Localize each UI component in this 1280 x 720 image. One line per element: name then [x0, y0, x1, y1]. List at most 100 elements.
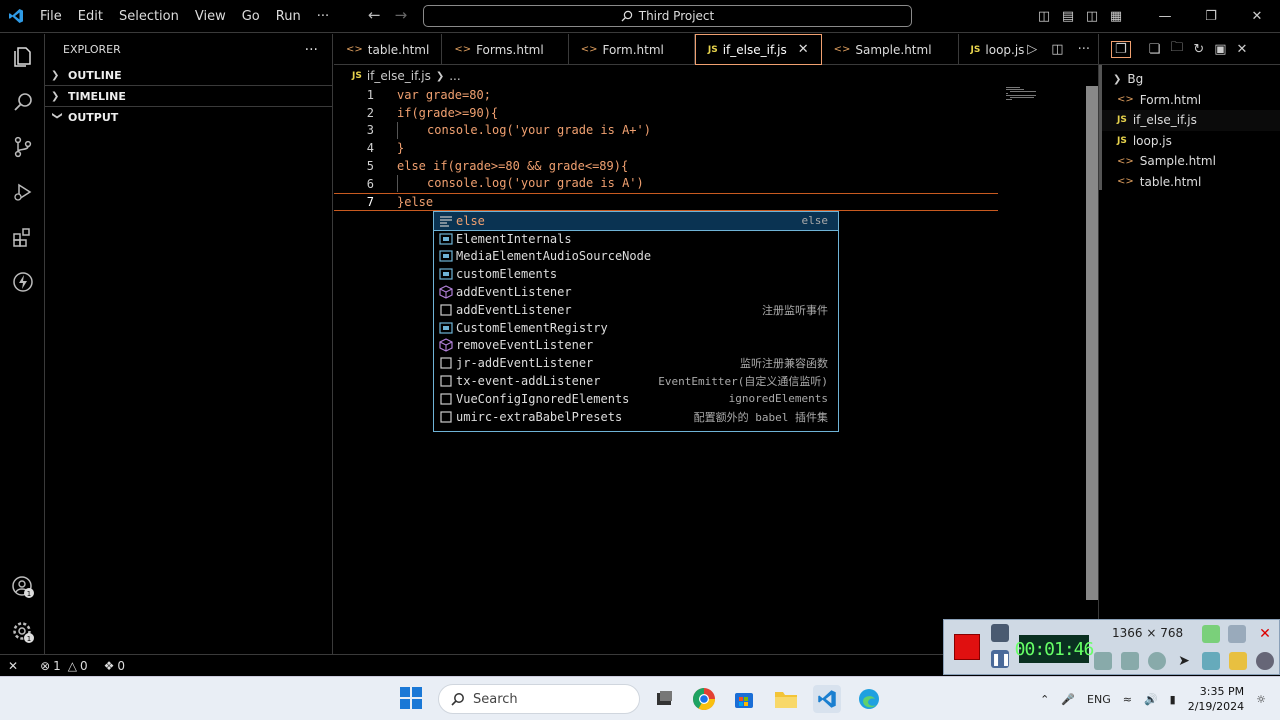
list-item[interactable]: JS loop.js — [1099, 131, 1280, 152]
suggestion-item[interactable]: ElementInternals — [434, 230, 838, 248]
list-item[interactable]: <> table.html — [1099, 172, 1280, 193]
suggestion-item[interactable]: umirc-extraBabelPresets 配置额外的 babel 插件集 — [434, 408, 838, 426]
breadcrumb-symbol[interactable]: ... — [449, 69, 460, 83]
forward-arrow-icon[interactable]: → — [395, 6, 408, 24]
webcam-toggle-icon[interactable] — [1148, 652, 1166, 670]
remote-indicator[interactable]: ✕ — [0, 659, 26, 673]
task-view-icon[interactable] — [650, 685, 678, 713]
run-debug-icon[interactable] — [0, 169, 45, 214]
accounts-icon[interactable]: 1 — [0, 564, 45, 609]
battery-icon[interactable]: ▮ — [1170, 693, 1176, 706]
suggestion-item[interactable]: customElements — [434, 265, 838, 283]
cursor-icon[interactable]: ➤ — [1175, 652, 1193, 670]
microphone-icon[interactable]: 🎤 — [1061, 693, 1075, 706]
close-icon[interactable]: ✕ — [1237, 42, 1248, 57]
notification-icon[interactable]: ☼ — [1256, 693, 1266, 706]
customize-layout-icon[interactable]: ▦ — [1104, 9, 1128, 24]
minimize-button[interactable]: — — [1142, 9, 1188, 24]
list-item[interactable]: JS if_else_if.js — [1099, 110, 1280, 131]
extensions-icon[interactable] — [0, 214, 45, 259]
tab-if-else-if-js[interactable]: JS if_else_if.js ✕ — [694, 34, 822, 65]
suggestion-item[interactable]: addEventListener 注册监听事件 — [434, 301, 838, 319]
list-item[interactable]: <> Sample.html — [1099, 151, 1280, 172]
folder-icon[interactable] — [1229, 652, 1247, 670]
suggestion-item[interactable]: MediaElementAudioSourceNode — [434, 248, 838, 266]
volume-icon[interactable]: 🔊 — [1144, 693, 1158, 706]
lightning-extension-icon[interactable] — [0, 259, 45, 304]
command-center-search[interactable]: Third Project — [423, 5, 912, 27]
menu-run[interactable]: Run — [268, 0, 309, 33]
windows-start-icon[interactable] — [400, 687, 422, 709]
taskbar-search[interactable]: Search — [438, 684, 640, 714]
wifi-icon[interactable]: ≈ — [1123, 693, 1132, 706]
outline-section[interactable]: ❯ OUTLINE — [45, 65, 332, 86]
clock[interactable]: 3:35 PM 2/19/2024 — [1188, 684, 1244, 714]
suggestion-item[interactable]: removeEventListener — [434, 337, 838, 355]
microphone-icon[interactable] — [1121, 652, 1139, 670]
toggle-secondary-sidebar-icon[interactable]: ◫ — [1080, 9, 1104, 24]
new-folder-icon[interactable]: 🗀 — [1170, 38, 1183, 60]
maximize-button[interactable]: ❐ — [1188, 9, 1234, 24]
output-section[interactable]: ❯ OUTPUT — [45, 107, 332, 128]
speaker-icon[interactable] — [1094, 652, 1112, 670]
minimize-icon[interactable] — [1228, 625, 1246, 643]
minimap[interactable] — [1006, 86, 1042, 100]
close-tab-icon[interactable]: ✕ — [798, 42, 809, 57]
suggestion-item[interactable]: tx-event-addListener EventEmitter(自定义通信监听… — [434, 372, 838, 390]
menu-file[interactable]: File — [32, 0, 70, 33]
toggle-panel-icon[interactable]: ▤ — [1056, 9, 1080, 24]
vscode-taskbar-icon[interactable] — [813, 685, 841, 713]
tab-forms-html[interactable]: <> Forms.html — [442, 34, 569, 65]
chevron-up-icon[interactable]: ⌃ — [1040, 693, 1049, 706]
pen-icon[interactable] — [1202, 652, 1220, 670]
menu-go[interactable]: Go — [234, 0, 268, 33]
suggestion-item[interactable]: else else — [434, 212, 838, 231]
suggestion-item[interactable]: VueConfigIgnoredElements ignoredElements — [434, 390, 838, 408]
list-item[interactable]: <> Form.html — [1099, 90, 1280, 111]
explorer-icon[interactable]: ❐ — [1111, 40, 1131, 58]
camera-icon[interactable] — [991, 624, 1009, 642]
record-stop-button[interactable] — [954, 634, 980, 660]
language-indicator[interactable]: ENG — [1087, 693, 1111, 706]
close-icon[interactable]: ✕ — [1256, 625, 1274, 643]
run-icon[interactable]: ▷ — [1027, 42, 1037, 57]
edge-icon[interactable] — [855, 685, 883, 713]
refresh-icon[interactable]: ↻ — [1193, 42, 1204, 57]
split-editor-icon[interactable]: ◫ — [1051, 42, 1063, 57]
more-actions-icon[interactable]: ··· — [1078, 42, 1090, 57]
file-list-scrollbar[interactable] — [1099, 65, 1102, 190]
tab-sample-html[interactable]: <> Sample.html — [822, 34, 959, 65]
menu-more[interactable]: ··· — [309, 0, 337, 33]
explorer-more-icon[interactable]: ··· — [305, 42, 318, 58]
new-file-icon[interactable]: ❏ — [1149, 42, 1161, 57]
close-window-button[interactable]: ✕ — [1234, 9, 1280, 24]
collapse-all-icon[interactable]: ▣ — [1214, 42, 1226, 57]
toggle-primary-sidebar-icon[interactable]: ◫ — [1032, 9, 1056, 24]
timeline-section[interactable]: ❯ TIMELINE — [45, 86, 332, 107]
vertical-scrollbar[interactable] — [1086, 86, 1098, 600]
suggestion-item[interactable]: CustomElementRegistry — [434, 319, 838, 337]
code-editor[interactable]: 1 var grade=80; 2 if(grade>=90){ 3 console.… — [334, 86, 1098, 211]
ports-indicator[interactable]: ❖ 0 — [96, 659, 133, 673]
source-control-icon[interactable] — [0, 124, 45, 169]
list-item[interactable]: ❯ Bg — [1099, 69, 1280, 90]
suggestion-item[interactable]: addEventListener — [434, 283, 838, 301]
chrome-icon[interactable] — [690, 685, 718, 713]
search-view-icon[interactable] — [0, 79, 45, 124]
menu-edit[interactable]: Edit — [70, 0, 111, 33]
back-arrow-icon[interactable]: ← — [368, 6, 381, 24]
problems-indicator[interactable]: ⊗ 1 △ 0 — [26, 659, 96, 673]
tab-form-html[interactable]: <> Form.html — [569, 34, 695, 65]
webcam-icon[interactable] — [1202, 625, 1220, 643]
menu-view[interactable]: View — [187, 0, 234, 33]
microsoft-store-icon[interactable] — [730, 685, 758, 713]
tab-table-html[interactable]: <> table.html — [334, 34, 443, 65]
file-explorer-icon[interactable] — [772, 685, 800, 713]
breadcrumb-file[interactable]: if_else_if.js — [367, 69, 431, 83]
pause-icon[interactable]: ❚❚ — [991, 650, 1011, 668]
explorer-icon[interactable] — [0, 34, 45, 79]
settings-gear-icon[interactable] — [1256, 652, 1274, 670]
suggestion-item[interactable]: jr-addEventListener 监听注册兼容函数 — [434, 354, 838, 372]
menu-selection[interactable]: Selection — [111, 0, 187, 33]
manage-gear-icon[interactable]: 1 — [0, 609, 45, 654]
